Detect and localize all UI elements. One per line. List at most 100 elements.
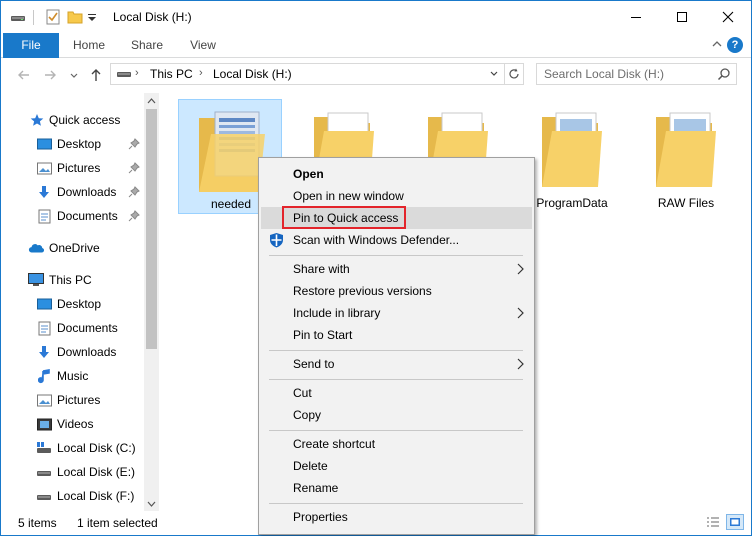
submenu-arrow-icon xyxy=(517,307,524,322)
refresh-button[interactable] xyxy=(504,63,524,85)
pin-icon[interactable] xyxy=(128,210,140,222)
pictures-icon xyxy=(36,392,52,408)
folder-icon xyxy=(197,108,267,197)
menu-separator xyxy=(269,503,523,504)
navigation-pane: Quick access Desktop Pictures Downloads xyxy=(1,93,159,511)
menu-separator xyxy=(269,255,523,256)
nav-item-this-pc[interactable]: This PC xyxy=(1,268,143,292)
drive-icon[interactable] xyxy=(10,8,26,26)
nav-item-videos[interactable]: Videos xyxy=(1,412,143,436)
minimize-button[interactable] xyxy=(613,1,659,33)
title-bar: Local Disk (H:) xyxy=(1,1,751,33)
nav-item-desktop[interactable]: Desktop xyxy=(1,132,143,156)
nav-item-local-disk-c[interactable]: Local Disk (C:) xyxy=(1,436,143,460)
scroll-down-arrow-icon[interactable] xyxy=(144,496,159,511)
address-row: › This PC › Local Disk (H:) xyxy=(1,59,751,91)
tab-home[interactable]: Home xyxy=(63,33,115,58)
properties-icon[interactable] xyxy=(45,8,61,26)
new-folder-icon[interactable] xyxy=(67,8,83,26)
search-box[interactable] xyxy=(536,63,737,85)
scroll-up-arrow-icon[interactable] xyxy=(144,93,159,108)
nav-item-pictures[interactable]: Pictures xyxy=(1,156,143,180)
nav-item-downloads-pc[interactable]: Downloads xyxy=(1,340,143,364)
forward-arrow-icon[interactable] xyxy=(41,66,59,84)
star-icon xyxy=(29,112,45,128)
folder-item[interactable]: RAW Files xyxy=(634,99,738,214)
maximize-button[interactable] xyxy=(659,1,705,33)
item-count: 5 items xyxy=(18,516,57,530)
nav-item-documents[interactable]: Documents xyxy=(1,204,143,228)
nav-item-desktop-pc[interactable]: Desktop xyxy=(1,292,143,316)
menu-item-include-library[interactable]: Include in library xyxy=(261,302,532,324)
menu-item-copy[interactable]: Copy xyxy=(261,404,532,426)
tab-view[interactable]: View xyxy=(177,33,229,58)
breadcrumb-chevron-icon[interactable]: › xyxy=(135,67,139,79)
menu-item-delete[interactable]: Delete xyxy=(261,455,532,477)
menu-item-properties[interactable]: Properties xyxy=(261,506,532,528)
onedrive-icon xyxy=(28,240,44,256)
nav-pane-scrollbar[interactable] xyxy=(144,93,159,511)
nav-item-downloads[interactable]: Downloads xyxy=(1,180,143,204)
breadcrumb-chevron-icon[interactable]: › xyxy=(199,67,203,79)
breadcrumb-this-pc[interactable]: This PC xyxy=(150,67,193,81)
scrollbar-thumb[interactable] xyxy=(146,109,157,349)
search-icon[interactable] xyxy=(717,67,731,84)
address-dropdown-chevron-icon[interactable] xyxy=(485,63,503,85)
tab-file[interactable]: File xyxy=(3,33,59,58)
address-bar[interactable]: › This PC › Local Disk (H:) xyxy=(110,63,505,85)
tab-share[interactable]: Share xyxy=(121,33,173,58)
nav-item-local-disk-e[interactable]: Local Disk (E:) xyxy=(1,460,143,484)
menu-item-scan-defender[interactable]: Scan with Windows Defender... xyxy=(261,229,532,251)
nav-item-quick-access[interactable]: Quick access xyxy=(1,108,143,132)
menu-item-share-with[interactable]: Share with xyxy=(261,258,532,280)
documents-icon xyxy=(36,320,52,336)
menu-item-send-to[interactable]: Send to xyxy=(261,353,532,375)
title-separator xyxy=(33,10,34,25)
folder-icon xyxy=(540,109,604,192)
desktop-icon xyxy=(36,296,52,312)
selection-count: 1 item selected xyxy=(77,516,158,530)
music-icon xyxy=(36,368,52,384)
ribbon-tabs: File Home Share View ? xyxy=(1,33,751,58)
pc-icon xyxy=(28,272,44,288)
menu-item-open-new-window[interactable]: Open in new window xyxy=(261,185,532,207)
back-arrow-icon[interactable] xyxy=(15,66,33,84)
menu-item-create-shortcut[interactable]: Create shortcut xyxy=(261,433,532,455)
breadcrumb-local-disk-h[interactable]: Local Disk (H:) xyxy=(213,67,292,81)
nav-item-local-disk-f[interactable]: Local Disk (F:) xyxy=(1,484,143,508)
downloads-icon xyxy=(36,344,52,360)
large-icons-view-icon[interactable] xyxy=(726,514,744,530)
folder-name: ProgramData xyxy=(536,196,608,210)
details-view-icon[interactable] xyxy=(704,514,722,530)
refresh-icon xyxy=(508,68,519,79)
pin-icon[interactable] xyxy=(128,138,140,150)
drive-icon xyxy=(116,67,132,84)
menu-item-open[interactable]: Open xyxy=(261,163,532,185)
expand-ribbon-chevron-icon[interactable] xyxy=(711,38,723,53)
pin-icon[interactable] xyxy=(128,162,140,174)
videos-icon xyxy=(36,416,52,432)
nav-item-onedrive[interactable]: OneDrive xyxy=(1,236,143,260)
folder-item[interactable]: ProgramData xyxy=(520,99,624,214)
search-input[interactable] xyxy=(537,64,712,84)
downloads-icon xyxy=(36,184,52,200)
nav-item-pictures-pc[interactable]: Pictures xyxy=(1,388,143,412)
menu-item-pin-start[interactable]: Pin to Start xyxy=(261,324,532,346)
nav-item-music[interactable]: Music xyxy=(1,364,143,388)
recent-locations-chevron-icon[interactable] xyxy=(65,66,83,84)
pin-icon[interactable] xyxy=(128,186,140,198)
drive-icon xyxy=(36,488,52,504)
nav-item-documents-pc[interactable]: Documents xyxy=(1,316,143,340)
documents-icon xyxy=(36,208,52,224)
close-button[interactable] xyxy=(705,1,751,33)
pictures-icon xyxy=(36,160,52,176)
menu-item-rename[interactable]: Rename xyxy=(261,477,532,499)
menu-item-restore-versions[interactable]: Restore previous versions xyxy=(261,280,532,302)
menu-item-cut[interactable]: Cut xyxy=(261,382,532,404)
help-button[interactable]: ? xyxy=(727,37,743,53)
drive-icon xyxy=(36,464,52,480)
defender-shield-icon xyxy=(269,232,284,251)
customize-toolbar-icon[interactable] xyxy=(87,8,97,26)
windows-drive-icon xyxy=(36,440,52,456)
up-arrow-icon[interactable] xyxy=(87,66,105,84)
